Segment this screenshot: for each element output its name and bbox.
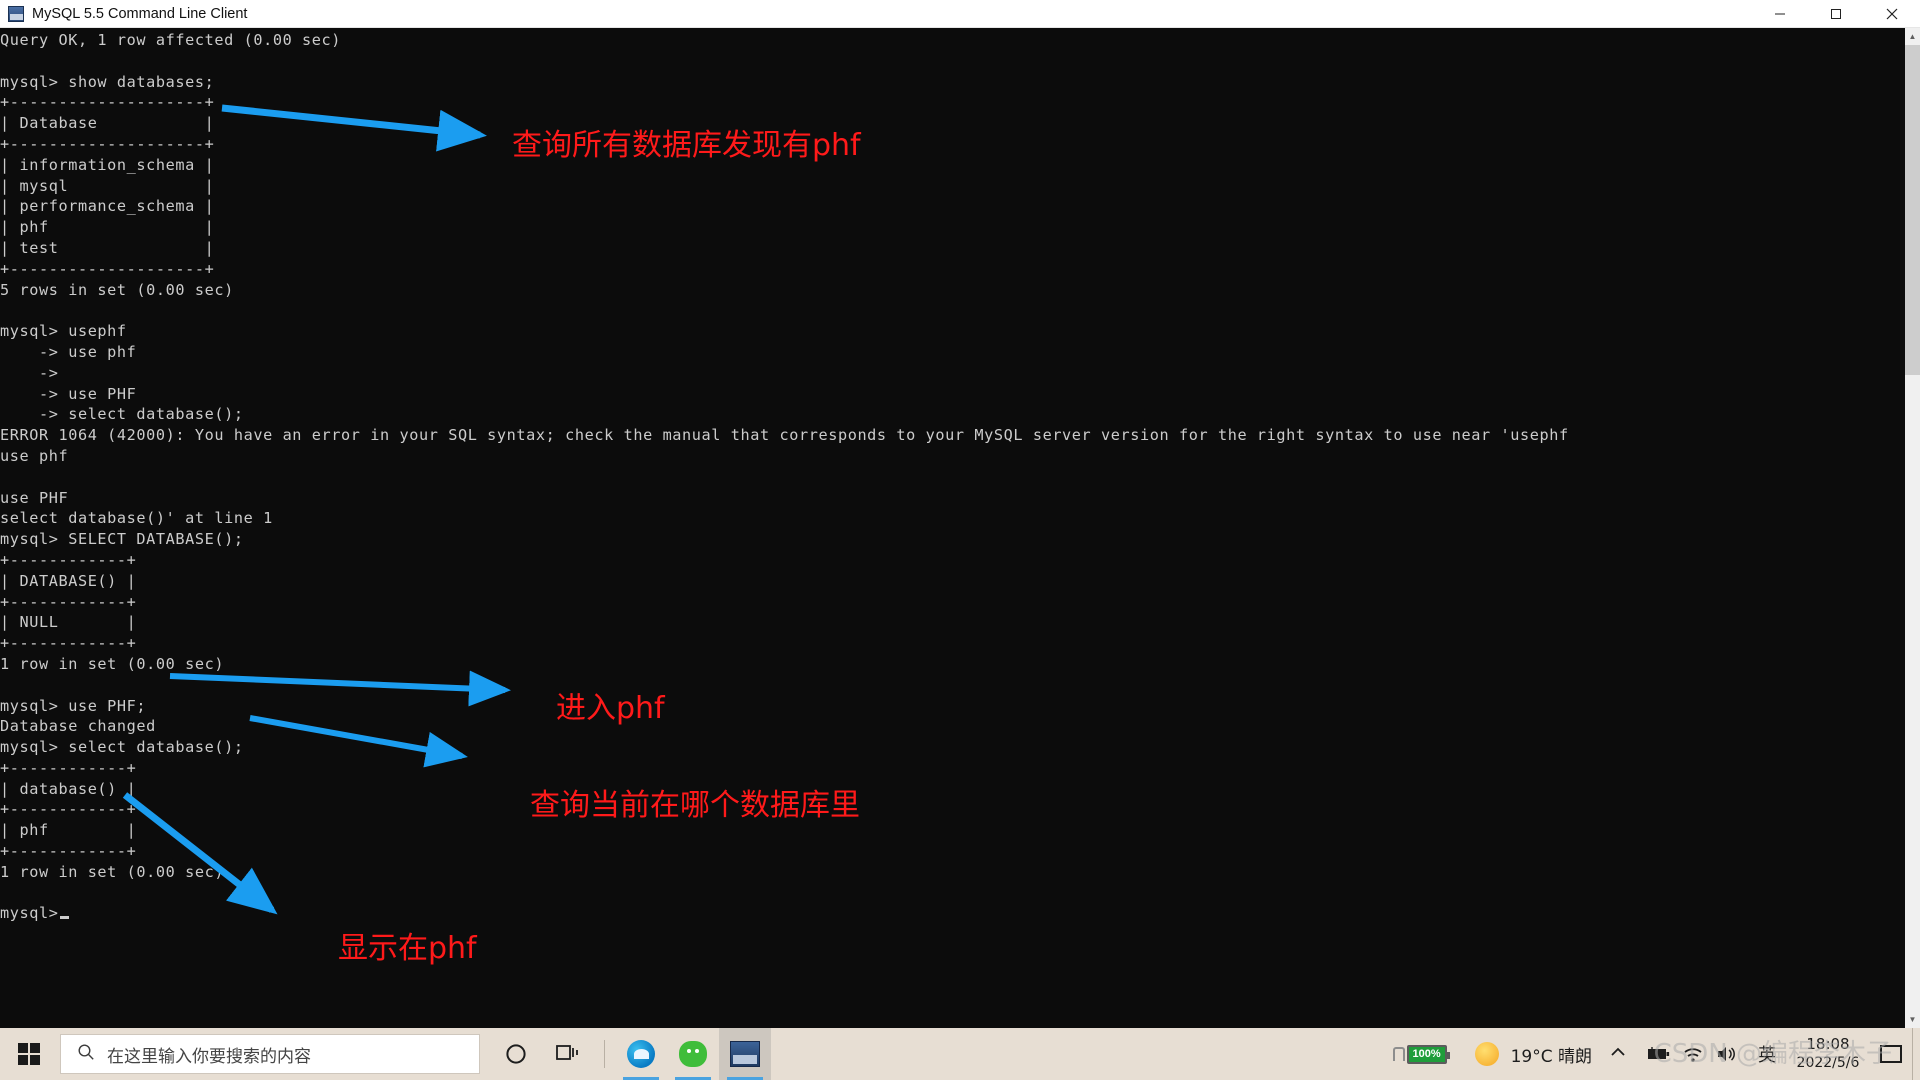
start-button[interactable]	[0, 1028, 58, 1080]
power-plug-icon	[1392, 1047, 1405, 1061]
taskbar-divider	[604, 1040, 605, 1068]
system-tray: 100% 19°C 晴朗 英 18:08 2022/5/6	[1392, 1028, 1920, 1080]
terminal-output-area[interactable]: Query OK, 1 row affected (0.00 sec) mysq…	[0, 28, 1905, 1028]
scroll-up-arrow-icon[interactable]: ▲	[1905, 28, 1920, 45]
windows-logo-icon	[18, 1043, 40, 1065]
taskbar-search-box[interactable]: 在这里输入你要搜索的内容	[60, 1034, 480, 1074]
language-indicator[interactable]: 英	[1758, 1041, 1776, 1067]
notification-center-icon[interactable]	[1880, 1045, 1902, 1063]
taskbar-clock[interactable]: 18:08 2022/5/6	[1790, 1035, 1866, 1073]
window-title-bar[interactable]: MySQL 5.5 Command Line Client	[0, 0, 1920, 28]
edge-icon	[627, 1040, 655, 1068]
mysql-icon	[8, 5, 24, 22]
scrollbar-thumb[interactable]	[1905, 45, 1920, 375]
close-button[interactable]	[1864, 0, 1920, 28]
weather-widget[interactable]: 19°C 晴朗	[1474, 1042, 1592, 1067]
window-controls	[1752, 0, 1920, 28]
battery-percent-label: 100%	[1412, 1048, 1441, 1060]
maximize-button[interactable]	[1808, 0, 1864, 28]
terminal-cursor	[60, 916, 70, 920]
clock-date: 2022/5/6	[1796, 1055, 1860, 1071]
search-placeholder-text: 在这里输入你要搜索的内容	[107, 1046, 311, 1067]
terminal-text: Query OK, 1 row affected (0.00 sec) mysq…	[0, 31, 1569, 923]
battery-tray-icon[interactable]	[1642, 1028, 1676, 1080]
taskbar-app-edge[interactable]	[615, 1028, 667, 1080]
scroll-down-arrow-icon[interactable]: ▼	[1905, 1011, 1920, 1028]
chevron-up-icon[interactable]	[1610, 1045, 1626, 1063]
sun-icon	[1474, 1042, 1499, 1066]
wechat-icon	[679, 1041, 707, 1067]
cortana-icon[interactable]	[490, 1028, 542, 1080]
task-view-icon[interactable]	[542, 1028, 594, 1080]
taskbar-app-wechat[interactable]	[667, 1028, 719, 1080]
weather-label: 19°C 晴朗	[1510, 1046, 1592, 1067]
wifi-icon[interactable]	[1676, 1028, 1710, 1080]
minimize-button[interactable]	[1752, 0, 1808, 28]
windows-taskbar: 在这里输入你要搜索的内容 100% 19°C 晴朗 英 18:08 2022/5…	[0, 1028, 1920, 1080]
taskbar-app-mysql[interactable]	[719, 1028, 771, 1080]
mysql-icon	[730, 1041, 760, 1067]
battery-status-badge[interactable]: 100%	[1392, 1044, 1450, 1064]
search-icon	[77, 1043, 95, 1066]
show-desktop-button[interactable]	[1912, 1028, 1920, 1080]
window-title: MySQL 5.5 Command Line Client	[32, 5, 248, 22]
console-scrollbar[interactable]: ▲ ▼	[1905, 28, 1920, 1028]
clock-time: 18:08	[1806, 1035, 1850, 1053]
battery-icon: 100%	[1406, 1044, 1450, 1064]
speaker-icon[interactable]	[1710, 1028, 1744, 1080]
